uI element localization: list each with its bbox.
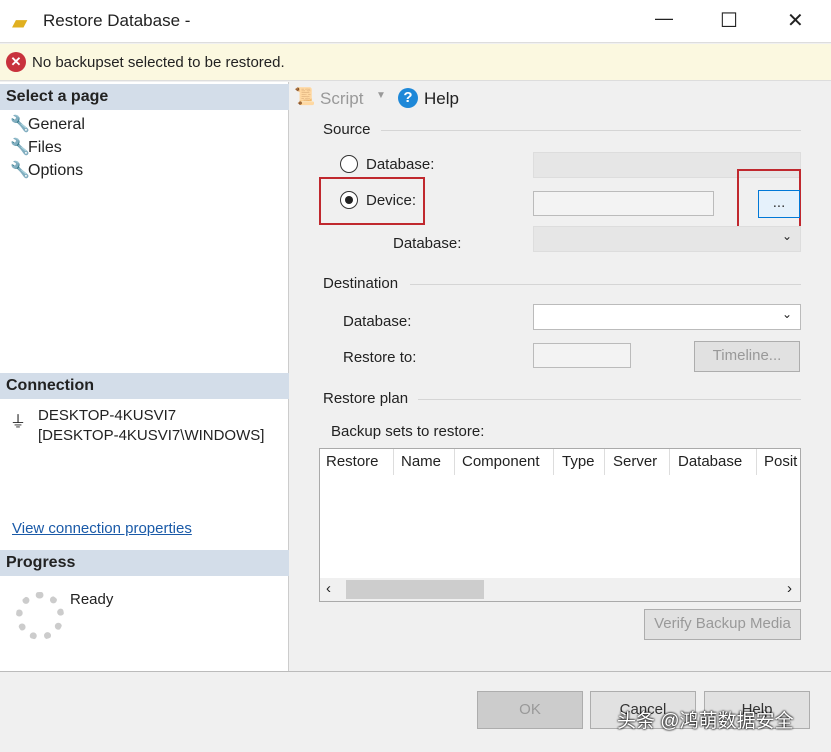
- database-radio[interactable]: [340, 155, 358, 173]
- minimize-button[interactable]: —: [655, 8, 673, 29]
- server-name: DESKTOP-4KUSVI7: [38, 407, 177, 424]
- left-panel: Select a page 🔧General 🔧Files 🔧Options C…: [0, 82, 289, 671]
- verify-backup-media-button[interactable]: Verify Backup Media: [644, 609, 801, 640]
- script-button[interactable]: Script: [320, 89, 363, 109]
- close-button[interactable]: ✕: [787, 8, 804, 33]
- chevron-down-icon: ⌄: [781, 307, 792, 321]
- select-page-header: Select a page: [0, 84, 289, 110]
- title-bar: ▰ Restore Database - — ☐ ✕: [0, 0, 831, 43]
- restore-to-label: Restore to:: [343, 349, 417, 366]
- view-connection-link[interactable]: View connection properties: [12, 520, 192, 537]
- backup-sets-label: Backup sets to restore:: [331, 423, 485, 440]
- wrench-icon: 🔧: [10, 139, 30, 156]
- destination-database-label: Database:: [343, 313, 412, 330]
- column-header[interactable]: Component: [462, 453, 540, 470]
- column-header[interactable]: Server: [613, 453, 657, 470]
- database-radio-label: Database:: [366, 156, 435, 173]
- progress-spinner-icon: [16, 592, 64, 640]
- script-dropdown-icon[interactable]: ▼: [376, 90, 386, 101]
- page-label: General: [28, 116, 85, 133]
- scrollbar-thumb[interactable]: [346, 580, 484, 599]
- page-options[interactable]: 🔧Options: [10, 160, 83, 180]
- script-icon: 📜: [294, 87, 316, 106]
- page-label: Options: [28, 162, 84, 179]
- restore-plan-header: Restore plan: [323, 390, 409, 407]
- wrench-icon: 🔧: [10, 116, 30, 133]
- progress-header: Progress: [0, 550, 289, 576]
- ok-button[interactable]: OK: [477, 691, 583, 729]
- progress-status: Ready: [70, 591, 114, 608]
- column-header[interactable]: Restore: [326, 453, 379, 470]
- error-icon: ✕: [6, 52, 26, 72]
- connection-icon: ⏚: [10, 414, 27, 431]
- backup-sets-grid[interactable]: Restore Name Component Type Server Datab…: [319, 448, 801, 602]
- window-title: Restore Database -: [43, 11, 191, 30]
- page-files[interactable]: 🔧Files: [10, 137, 62, 157]
- column-header[interactable]: Database: [678, 453, 742, 470]
- source-database-label: Database:: [393, 235, 462, 252]
- source-header: Source: [323, 121, 371, 138]
- device-database-select[interactable]: ⌄: [533, 226, 801, 252]
- column-header[interactable]: Type: [562, 453, 595, 470]
- chevron-down-icon: ⌄: [781, 229, 792, 243]
- page-label: Files: [28, 139, 62, 156]
- scroll-right-icon[interactable]: ›: [787, 580, 792, 597]
- app-icon: ▰: [12, 12, 28, 34]
- timeline-button[interactable]: Timeline...: [694, 341, 800, 372]
- column-header[interactable]: Name: [401, 453, 441, 470]
- horizontal-scrollbar[interactable]: ‹ ›: [320, 578, 800, 601]
- wrench-icon: 🔧: [10, 162, 30, 179]
- warning-text: No backupset selected to be restored.: [32, 54, 285, 71]
- warning-bar: ✕ No backupset selected to be restored.: [0, 44, 831, 81]
- device-radio-label: Device:: [366, 192, 417, 209]
- connection-header: Connection: [0, 373, 289, 399]
- destination-database-select[interactable]: ⌄: [533, 304, 801, 330]
- watermark: 头条 @鸿萌数据安全: [617, 711, 794, 732]
- browse-button[interactable]: ...: [758, 190, 800, 218]
- restore-to-input[interactable]: [533, 343, 631, 368]
- help-button[interactable]: Help: [424, 89, 459, 109]
- device-radio[interactable]: [340, 191, 358, 209]
- help-icon: ?: [398, 88, 418, 108]
- page-general[interactable]: 🔧General: [10, 114, 85, 134]
- destination-header: Destination: [323, 275, 399, 292]
- scroll-left-icon[interactable]: ‹: [326, 580, 331, 597]
- device-input[interactable]: [533, 191, 714, 216]
- maximize-button[interactable]: ☐: [720, 8, 738, 33]
- column-header[interactable]: Posit: [764, 453, 797, 470]
- server-user: [DESKTOP-4KUSVI7\WINDOWS]: [38, 427, 265, 444]
